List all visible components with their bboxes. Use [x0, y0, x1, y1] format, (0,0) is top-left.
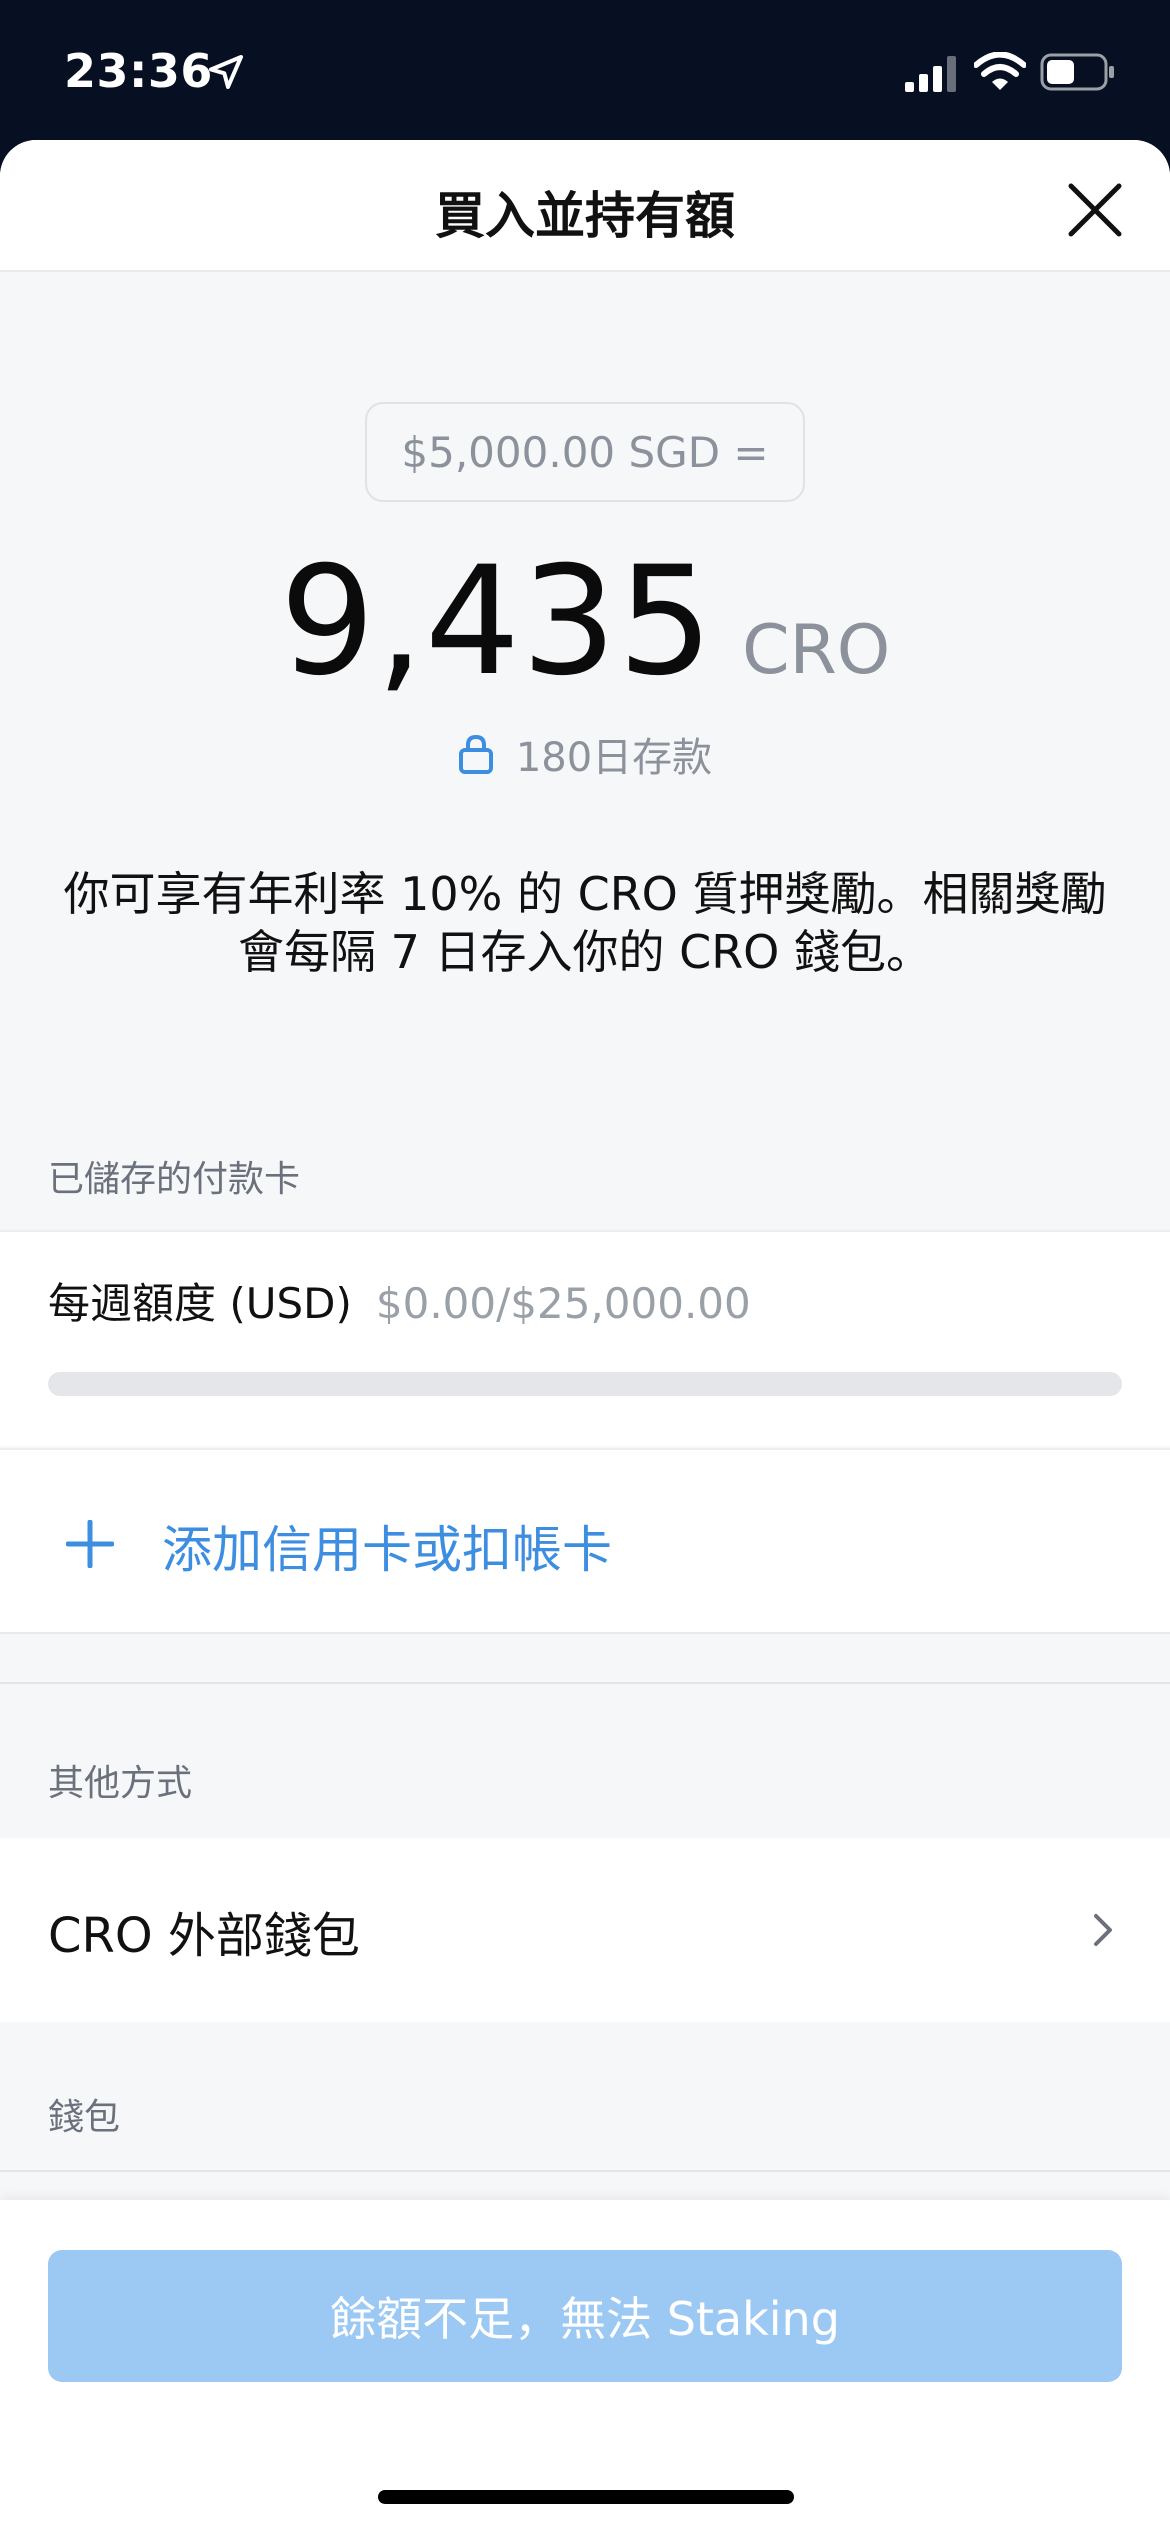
screen: 23:36 買入並持有額 $5,000.00 SGD = 9,435 CRO 1…: [0, 0, 1170, 2532]
lock-icon: [458, 734, 493, 774]
add-card-label: 添加信用卡或扣帳卡: [162, 1521, 612, 1579]
weekly-limit-value: $0.00/$25,000.00: [375, 1279, 751, 1328]
saved-cards-section-title: 已儲存的付款卡: [48, 1159, 301, 1200]
fiat-equivalent-pill[interactable]: $5,000.00 SGD =: [365, 402, 805, 502]
divider: [0, 1682, 1170, 1684]
wifi-icon: [974, 52, 1026, 90]
crypto-amount-value: 9,435: [279, 535, 715, 709]
bottom-sheet: 買入並持有額 $5,000.00 SGD = 9,435 CRO 180日存款 …: [0, 140, 1170, 2532]
lock-period-row: 180日存款: [0, 725, 1170, 783]
bottom-action-area: 餘額不足，無法 Staking: [0, 2200, 1170, 2532]
add-card-button[interactable]: 添加信用卡或扣帳卡: [0, 1448, 1170, 1634]
chevron-right-icon: [1094, 1914, 1112, 1946]
wallet-section-title: 錢包: [48, 2097, 121, 2138]
status-bar: 23:36: [0, 0, 1170, 140]
cellular-signal-icon: [905, 56, 956, 92]
crypto-amount-unit: CRO: [742, 611, 891, 690]
close-icon[interactable]: [1065, 180, 1125, 240]
insufficient-balance-stake-button[interactable]: 餘額不足，無法 Staking: [48, 2250, 1122, 2382]
battery-icon: [1040, 53, 1114, 91]
home-indicator: [378, 2490, 794, 2504]
weekly-limit-block: 每週額度 (USD) $0.00/$25,000.00: [0, 1230, 1170, 1446]
sheet-title: 買入並持有額: [435, 187, 735, 245]
weekly-limit-label: 每週額度 (USD): [48, 1279, 352, 1328]
status-time: 23:36: [64, 44, 213, 98]
location-arrow-icon: [209, 55, 243, 89]
crypto-amount-row: 9,435 CRO: [0, 535, 1170, 709]
external-wallet-option[interactable]: CRO 外部錢包: [0, 1838, 1170, 2022]
external-wallet-label: CRO 外部錢包: [48, 1908, 360, 1964]
reward-description: 你可享有年利率 10% 的 CRO 質押獎勵。相關獎勵會每隔 7 日存入你的 C…: [63, 867, 1107, 979]
divider: [0, 2170, 1170, 2172]
weekly-limit-line: 每週額度 (USD) $0.00/$25,000.00: [48, 1270, 751, 1331]
sheet-header: 買入並持有額: [0, 140, 1170, 272]
plus-icon: [66, 1520, 114, 1568]
weekly-limit-progress-bar: [48, 1372, 1122, 1396]
lock-period-text: 180日存款: [515, 735, 713, 781]
other-methods-section-title: 其他方式: [48, 1763, 193, 1804]
